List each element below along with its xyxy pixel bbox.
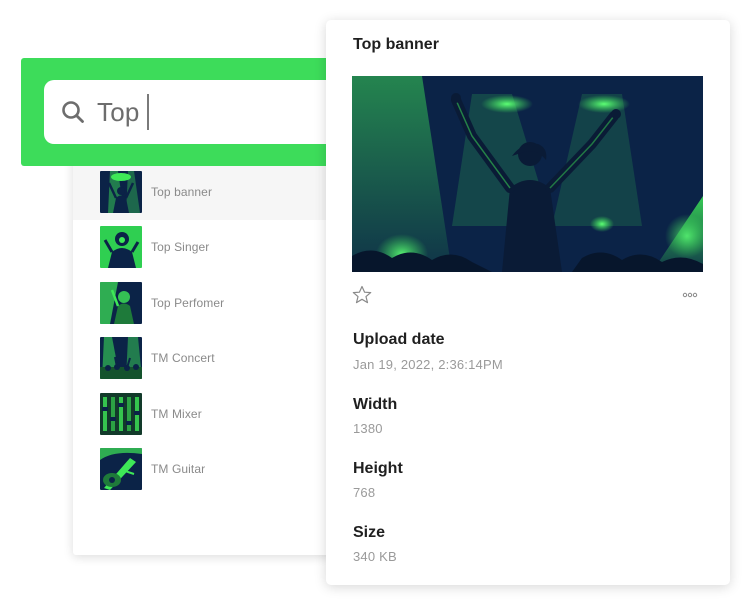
height-value: 768 xyxy=(353,485,376,500)
height-label: Height xyxy=(353,460,403,477)
list-item-label: TM Concert xyxy=(151,351,215,366)
search-input[interactable]: Top xyxy=(44,80,344,144)
preview-image xyxy=(352,76,703,272)
list-item-label: Top Perfomer xyxy=(151,295,225,310)
thumbnail-image xyxy=(100,392,142,435)
search-icon xyxy=(62,101,84,123)
list-item-label: TM Guitar xyxy=(151,462,206,477)
thumbnail-image xyxy=(100,226,142,269)
text-cursor xyxy=(146,94,149,130)
stage: Top banner Top Singer Top Perfomer TM Co… xyxy=(0,0,750,605)
thumbnail-image xyxy=(100,337,142,380)
search-query-text: Top xyxy=(97,96,140,127)
thumbnail-image xyxy=(100,170,142,213)
search-highlight-frame: Top xyxy=(21,58,351,166)
detail-panel: Top banner Upload date Jan 19, 2022, 2:3… xyxy=(326,20,730,585)
size-value: 340 KB xyxy=(353,549,397,564)
size-label: Size xyxy=(353,524,386,541)
list-item-label: TM Mixer xyxy=(151,406,202,421)
more-options-icon[interactable] xyxy=(682,288,698,302)
star-icon[interactable] xyxy=(352,285,372,305)
list-item-label: Top Singer xyxy=(151,240,210,255)
thumbnail-image xyxy=(100,281,142,324)
list-item-label: Top banner xyxy=(151,184,213,199)
upload-date-value: Jan 19, 2022, 2:36:14PM xyxy=(353,357,503,372)
upload-date-label: Upload date xyxy=(353,331,445,348)
detail-title: Top banner xyxy=(353,36,439,53)
thumbnail-image xyxy=(100,448,142,491)
width-label: Width xyxy=(353,396,398,413)
width-value: 1380 xyxy=(353,421,383,436)
